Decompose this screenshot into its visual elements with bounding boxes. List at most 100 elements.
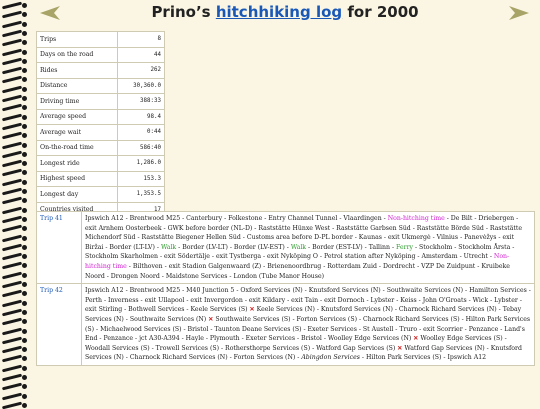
- title-suffix: for 2000: [342, 3, 419, 21]
- stat-label: Average wait: [35, 124, 119, 141]
- stat-value: 262: [117, 62, 165, 79]
- title-prefix: Prino’s: [151, 3, 216, 21]
- next-year-arrow-icon[interactable]: [509, 6, 529, 20]
- trip-route: Ipswich A12 - Brentwood M25 - M40 Juncti…: [81, 283, 535, 366]
- stat-value: 1,286.0: [117, 155, 165, 172]
- spiral-ring: [1, 364, 27, 373]
- spiral-ring: [1, 20, 27, 28]
- trip-link[interactable]: Trip 41: [36, 210, 82, 285]
- spiral-ring: [1, 243, 27, 252]
- stat-label: Longest day: [35, 186, 119, 203]
- stat-label: Driving time: [35, 93, 119, 110]
- spiral-ring: [1, 141, 27, 149]
- stats-row: Longest ride 1,286.0: [35, 155, 165, 172]
- route-segment: Walk: [290, 243, 307, 251]
- spiral-ring: [1, 308, 27, 317]
- spiral-ring: [1, 224, 27, 233]
- spiral-ring: [1, 76, 27, 84]
- spiral-ring: [1, 187, 27, 196]
- spiral-ring: [1, 392, 27, 400]
- trip-route: Ipswich A12 - Brentwood M25 - Canterbury…: [81, 210, 535, 285]
- trip-row: Trip 42 Ipswich A12 - Brentwood M25 - M40…: [36, 283, 535, 366]
- spiral-ring: [1, 38, 27, 47]
- spiral-binding: [0, 0, 30, 409]
- spiral-ring: [1, 66, 27, 75]
- spiral-ring: [1, 262, 27, 270]
- stats-row: On-the-road time 586:40: [35, 139, 165, 156]
- stat-value: 98.4: [117, 108, 165, 125]
- spiral-ring: [1, 252, 27, 261]
- route-segment: - Border (EST-LV) - Tallinn -: [306, 243, 396, 251]
- spiral-ring: [1, 196, 27, 205]
- notebook-page: Prino’s hitchhiking log for 2000 Trips 8 D…: [33, 0, 537, 405]
- trip-row: Trip 41 Ipswich A12 - Brentwood M25 - Can…: [36, 210, 535, 285]
- stats-row: Average speed 98.4: [35, 108, 165, 125]
- stat-label: Trips: [35, 31, 119, 48]
- stats-row: Rides 262: [35, 62, 165, 79]
- spiral-ring: [1, 355, 27, 363]
- spiral-ring: [1, 206, 27, 214]
- spiral-ring: [1, 10, 27, 19]
- stat-value: 0:44: [117, 124, 165, 141]
- spiral-ring: [1, 317, 27, 326]
- spiral-ring: [1, 178, 27, 187]
- spiral-ring: [1, 85, 27, 94]
- spiral-ring: [1, 103, 27, 112]
- stats-row: Distance 30,360.0: [35, 77, 165, 94]
- route-segment: Ipswich A12 - Brentwood M25 - Canterbury…: [85, 215, 388, 222]
- route-segment: Walk: [160, 243, 177, 251]
- stat-value: 586:40: [117, 139, 165, 156]
- stats-row: Highest speed 153.3: [35, 170, 165, 187]
- stats-row: Longest day 1,353.5: [35, 186, 165, 203]
- stat-value: 388:33: [117, 93, 165, 110]
- stat-label: Highest speed: [35, 170, 119, 187]
- trip-link[interactable]: Trip 42: [36, 283, 82, 366]
- stat-label: Longest ride: [35, 155, 119, 172]
- spiral-ring: [1, 345, 27, 354]
- spiral-ring: [1, 271, 27, 280]
- spiral-ring: [1, 29, 27, 38]
- stat-value: 30,360.0: [117, 77, 165, 94]
- trips-table: Trip 41 Ipswich A12 - Brentwood M25 - Can…: [36, 210, 535, 366]
- spiral-ring: [1, 57, 27, 66]
- route-segment: Abingdon Services: [301, 354, 360, 362]
- stat-label: Rides: [35, 62, 119, 79]
- stat-label: Days on the road: [35, 46, 119, 63]
- spiral-ring: [1, 401, 27, 409]
- hitchhiking-log-link[interactable]: hitchhiking log: [216, 3, 342, 21]
- route-segment: - Hilton Park Services (S) - Ipswich A12: [359, 354, 487, 362]
- spiral-ring: [1, 169, 27, 177]
- stats-row: Average wait 0:44: [35, 124, 165, 141]
- spiral-ring: [1, 131, 27, 140]
- spiral-ring: [1, 280, 27, 289]
- spiral-ring: [1, 159, 27, 168]
- spiral-ring: [1, 122, 27, 131]
- spiral-ring: [1, 289, 27, 298]
- spiral-ring: [1, 1, 27, 10]
- page-title: Prino’s hitchhiking log for 2000: [33, 3, 537, 21]
- route-segment: - Border (LV-LT) - Border (LV-EST) -: [176, 243, 291, 251]
- spiral-ring: [1, 150, 27, 159]
- spiral-ring: [1, 373, 27, 382]
- stat-value: 1,353.5: [117, 186, 165, 203]
- stats-row: Trips 8: [35, 31, 165, 48]
- route-segment: - Bilthoven - exit Stadion Galgenwaard (…: [85, 262, 510, 280]
- page-header: Prino’s hitchhiking log for 2000: [33, 0, 537, 26]
- stat-label: Distance: [35, 77, 119, 94]
- stat-label: On-the-road time: [35, 139, 119, 156]
- spiral-ring: [1, 299, 27, 307]
- spiral-ring: [1, 234, 27, 242]
- spiral-ring: [1, 327, 27, 335]
- stats-table: Trips 8 Days on the road 44 Rides 262 Distance…: [35, 31, 165, 218]
- stats-row: Driving time 388:33: [35, 93, 165, 110]
- spiral-ring: [1, 94, 27, 103]
- stat-value: 153.3: [117, 170, 165, 187]
- stats-row: Days on the road 44: [35, 46, 165, 63]
- spiral-ring: [1, 382, 27, 391]
- stat-value: 8: [117, 31, 165, 48]
- spiral-ring: [1, 336, 27, 345]
- spiral-ring: [1, 48, 27, 56]
- route-segment: Non-hitching time: [387, 215, 445, 222]
- stat-label: Average speed: [35, 108, 119, 125]
- spiral-ring: [1, 215, 27, 224]
